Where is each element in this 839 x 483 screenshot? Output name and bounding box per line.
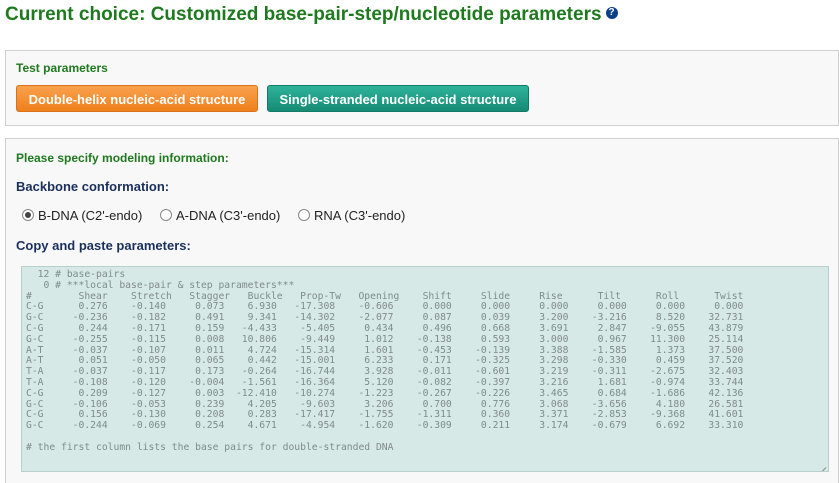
radio-label-b-dna: B-DNA (C2'-endo) [38, 208, 143, 223]
paste-heading: Copy and paste parameters: [16, 238, 191, 253]
test-parameters-panel: Test parameters Double-helix nucleic-aci… [5, 50, 839, 126]
radio-option-b-dna[interactable]: B-DNA (C2'-endo) [22, 208, 142, 223]
params-text-line: G-C -0.255 -0.115 0.008 10.806 -9.449 1.… [26, 333, 744, 345]
radio-option-a-dna[interactable]: A-DNA (C3'-endo) [159, 208, 281, 223]
modeling-label: Please specify modeling information: [16, 151, 229, 165]
radio-label-rna: RNA (C3'-endo) [313, 208, 406, 223]
params-text-line: G-C -0.244 -0.069 0.254 4.671 -4.954 -1.… [26, 420, 744, 432]
backbone-radio-group: B-DNA (C2'-endo) A-DNA (C3'-endo) RNA (C… [22, 208, 419, 223]
test-parameters-label: Test parameters [16, 61, 108, 75]
radio-a-dna[interactable] [159, 209, 172, 221]
params-text-line: # the first column lists the base pairs … [26, 441, 394, 453]
params-text-line: C-G 0.209 -0.127 0.003 -12.410 -10.274 -… [26, 387, 744, 399]
params-text-line: 0 # ***local base-pair & step parameters… [26, 279, 295, 291]
backbone-heading: Backbone conformation: [16, 179, 170, 194]
page-title: Current choice: Customized base-pair-ste… [5, 4, 618, 26]
radio-b-dna[interactable] [22, 209, 34, 221]
radio-option-rna[interactable]: RNA (C3'-endo) [297, 208, 406, 223]
help-icon[interactable]: ? [605, 6, 618, 19]
modeling-panel: Please specify modeling information: Bac… [5, 138, 839, 483]
double-helix-button[interactable]: Double-helix nucleic-acid structure [16, 85, 258, 112]
radio-label-a-dna: A-DNA (C3'-endo) [175, 208, 281, 223]
resize-handle-icon[interactable] [817, 460, 826, 469]
single-stranded-button[interactable]: Single-stranded nucleic-acid structure [267, 85, 529, 112]
parameters-textarea[interactable]: 12 # base-pairs 0 # ***local base-pair &… [21, 266, 829, 472]
page-title-text: Current choice: Customized base-pair-ste… [5, 4, 602, 25]
radio-rna[interactable] [297, 209, 310, 221]
